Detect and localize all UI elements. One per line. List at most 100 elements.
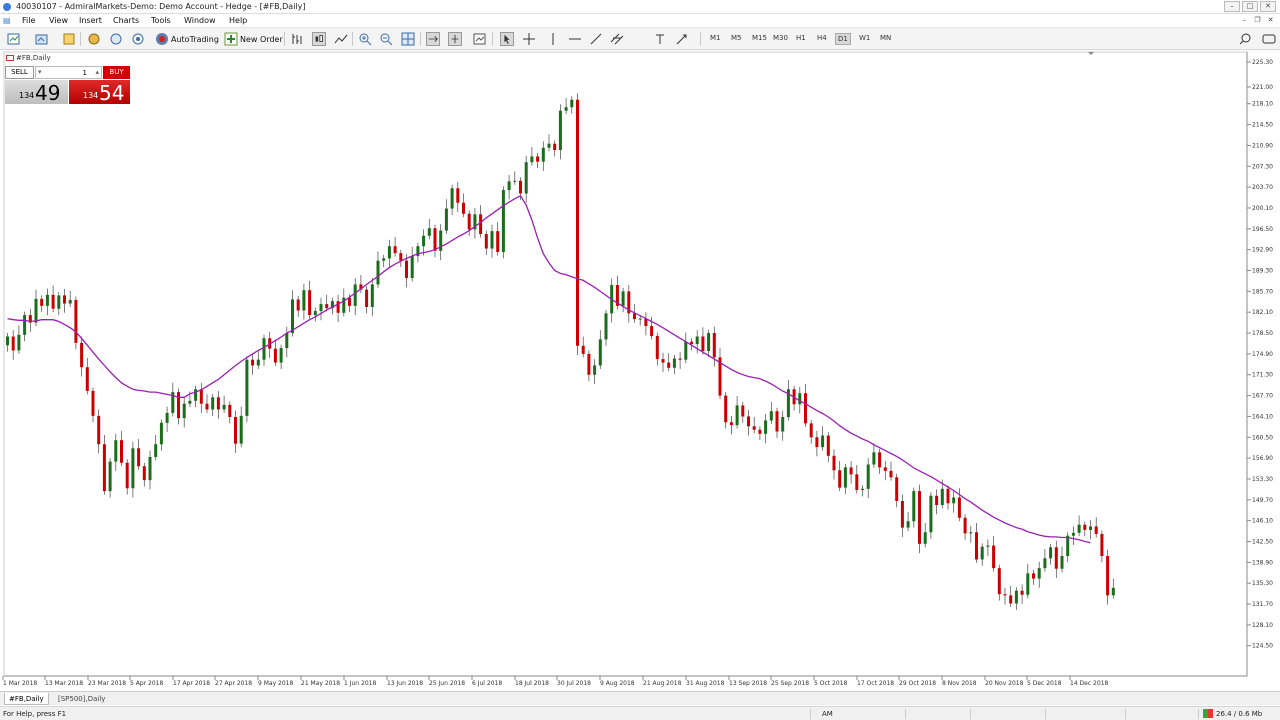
timeframe-mn[interactable]: MN [878, 33, 893, 43]
bearish-candle [63, 295, 66, 304]
terminal-icon[interactable] [109, 32, 123, 46]
new-order-button[interactable]: New Order [224, 31, 283, 47]
lot-value[interactable]: 1 [83, 69, 87, 77]
timeframe-m30[interactable]: M30 [771, 33, 790, 43]
bullish-candle [353, 284, 357, 306]
bearish-candle [804, 393, 807, 424]
zoom-out-icon[interactable] [379, 32, 393, 46]
mdi-menu-icon[interactable]: ▤ [3, 16, 11, 25]
timeframe-h4[interactable]: H4 [815, 33, 829, 43]
bearish-candle [40, 298, 44, 306]
sell-price-box[interactable]: 134 49 [5, 80, 68, 105]
bearish-candle [832, 455, 836, 471]
bullish-candle [980, 546, 984, 560]
bullish-candle [912, 491, 916, 522]
bar-chart-icon[interactable] [290, 32, 304, 46]
timeframe-m5[interactable]: M5 [729, 33, 744, 43]
y-axis-tick-label: 192.90 [1252, 247, 1273, 254]
text-tool-icon[interactable] [653, 32, 667, 46]
arrows-tool-icon[interactable] [675, 32, 689, 46]
x-axis-tick-label: 13 Jun 2018 [387, 680, 423, 687]
lot-decrease-icon[interactable]: ▾ [38, 68, 42, 76]
maximize-icon[interactable]: □ [1242, 1, 1258, 12]
menu-window[interactable]: Window [184, 16, 216, 25]
mdi-minimize-icon[interactable]: – [1239, 15, 1250, 25]
x-axis-tick-label: 17 Oct 2018 [857, 680, 894, 687]
cursor-icon[interactable] [500, 32, 514, 46]
navigator-icon[interactable] [87, 32, 101, 46]
bullish-candle [906, 521, 910, 528]
lot-size-field[interactable]: ▾ 1 ▴ [35, 66, 102, 79]
bearish-candle [838, 470, 842, 488]
strategy-tester-icon[interactable] [131, 32, 145, 46]
buy-button[interactable]: BUY [103, 66, 130, 79]
candlesticks-icon[interactable] [312, 32, 326, 46]
tile-windows-icon[interactable] [401, 32, 415, 46]
mdi-restore-icon[interactable]: ❐ [1252, 15, 1263, 25]
zoom-in-icon[interactable] [358, 32, 372, 46]
profiles-icon[interactable] [35, 32, 49, 46]
menu-charts[interactable]: Charts [113, 16, 139, 25]
vertical-line-icon[interactable] [546, 32, 560, 46]
bearish-candle [74, 300, 78, 343]
menu-help[interactable]: Help [229, 16, 247, 25]
market-watch-icon[interactable] [62, 32, 76, 46]
crosshair-icon[interactable] [522, 32, 536, 46]
menu-insert[interactable]: Insert [79, 16, 102, 25]
bullish-candle [598, 339, 602, 366]
y-axis-tick-label: 124.50 [1252, 643, 1273, 650]
bearish-candle [741, 405, 745, 417]
status-divider [1198, 709, 1199, 719]
line-chart-icon[interactable] [334, 32, 348, 46]
chart-shift-icon[interactable] [448, 32, 462, 46]
bullish-candle [735, 405, 739, 426]
bearish-candle [484, 234, 488, 249]
tab-fb-daily[interactable]: #FB,Daily [4, 693, 49, 705]
y-axis-tick-label: 142.50 [1252, 539, 1273, 546]
bearish-candle [273, 348, 277, 363]
menu-tools[interactable]: Tools [151, 16, 171, 25]
tab-sp500-daily[interactable]: [SP500],Daily [54, 693, 109, 705]
indicators-icon[interactable] [473, 32, 487, 46]
trendline-icon[interactable] [589, 32, 603, 46]
connection-status-icon[interactable] [1203, 709, 1213, 718]
app-icon [3, 3, 11, 11]
bearish-candle [1003, 594, 1007, 596]
menu-file[interactable]: File [22, 16, 35, 25]
close-icon[interactable]: ✕ [1260, 1, 1276, 12]
price-chart[interactable]: 225.30 221.00 218.10 214.50 210.90 207.30 203.… [0, 51, 1280, 691]
autoscroll-icon[interactable] [426, 32, 440, 46]
timeframe-m15[interactable]: M15 [750, 33, 769, 43]
new-chart-icon[interactable] [7, 32, 21, 46]
bearish-candle [815, 437, 819, 448]
y-axis-tick-label: 149.70 [1252, 497, 1273, 504]
bearish-candle [125, 462, 129, 489]
search-icon[interactable] [1238, 32, 1252, 46]
timeframe-h1[interactable]: H1 [794, 33, 808, 43]
minimize-icon[interactable]: – [1224, 1, 1240, 12]
timeframe-w1[interactable]: W1 [857, 33, 872, 43]
window-title: 40030107 - AdmiralMarkets-Demo: Demo Acc… [16, 2, 306, 11]
ask-price-main: 54 [99, 81, 125, 105]
chat-icon[interactable] [1262, 32, 1276, 46]
bearish-candle [120, 440, 123, 463]
bearish-candle [826, 435, 830, 456]
bearish-candle [456, 188, 460, 203]
mdi-close-icon[interactable]: ✕ [1265, 15, 1276, 25]
timeframe-m1[interactable]: M1 [708, 33, 723, 43]
equidistant-channel-icon[interactable] [610, 32, 624, 46]
bullish-candle [1037, 568, 1041, 579]
bearish-candle [935, 495, 939, 506]
bullish-candle [57, 295, 61, 309]
horizontal-line-icon[interactable] [568, 32, 582, 46]
buy-price-box[interactable]: 134 54 [69, 80, 130, 105]
bullish-candle [154, 444, 158, 457]
autotrading-button[interactable]: AutoTrading [155, 31, 219, 47]
timeframe-d1[interactable]: D1 [835, 33, 851, 45]
y-axis-tick-label: 174.90 [1252, 351, 1273, 358]
sell-button[interactable]: SELL [5, 66, 34, 79]
chart-area[interactable]: 225.30 221.00 218.10 214.50 210.90 207.30 203.… [0, 51, 1280, 691]
y-axis-tick-label: 128.10 [1252, 622, 1273, 629]
lot-increase-icon[interactable]: ▴ [95, 68, 99, 76]
menu-view[interactable]: View [49, 16, 68, 25]
